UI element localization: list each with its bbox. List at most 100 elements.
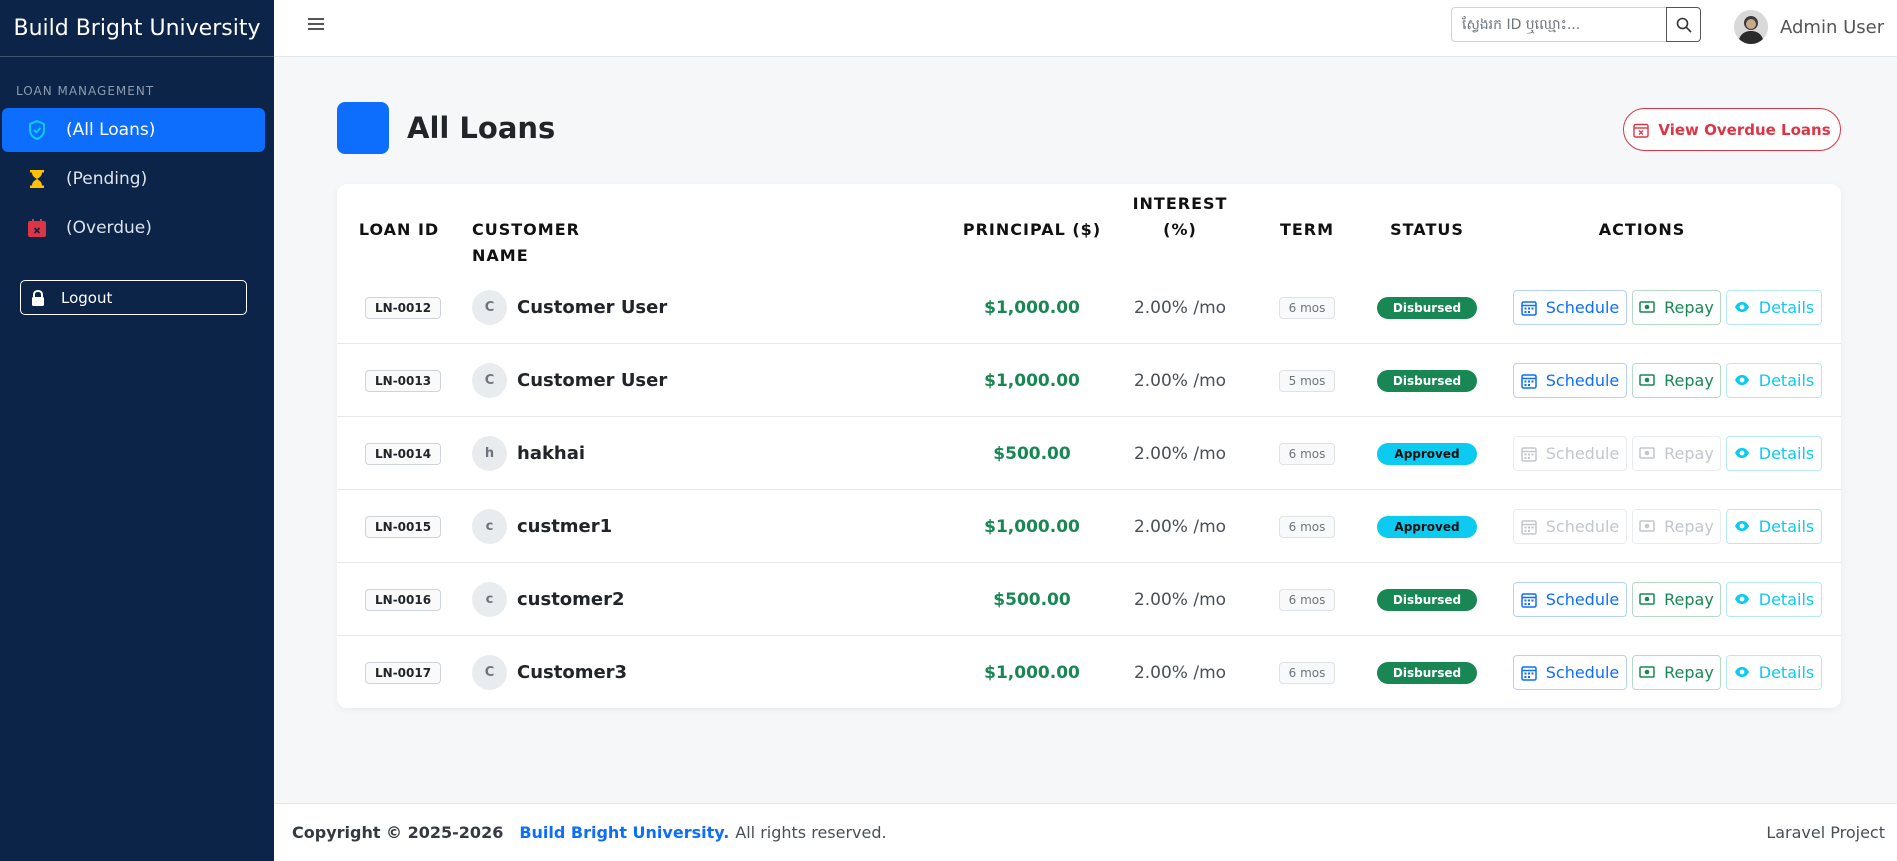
details-button[interactable]: Details: [1726, 655, 1822, 690]
details-button[interactable]: Details: [1726, 363, 1822, 398]
schedule-label: Schedule: [1545, 663, 1620, 682]
principal-amount: $1,000.00: [984, 516, 1080, 537]
schedule-label: Schedule: [1545, 298, 1620, 317]
header-term: TERM: [1279, 220, 1335, 239]
view-overdue-loans-button[interactable]: View Overdue Loans: [1623, 108, 1841, 151]
header-customer-name: CUSTOMER NAME: [472, 220, 580, 265]
customer-avatar: c: [472, 509, 507, 544]
customer-cell: c custmer1: [472, 490, 612, 563]
principal-cell: $1,000.00: [957, 490, 1107, 563]
repay-button[interactable]: Repay: [1632, 436, 1721, 471]
footer-university-link[interactable]: Build Bright University.: [519, 823, 729, 842]
loan-id-cell: LN-0012: [365, 271, 442, 344]
interest-cell: 2.00% /mo: [1130, 563, 1230, 636]
user-menu[interactable]: Admin User: [1734, 10, 1884, 44]
status-cell: Disbursed: [1377, 563, 1477, 636]
interest-rate: 2.00% /mo: [1133, 297, 1227, 318]
customer-avatar: c: [472, 582, 507, 617]
details-button[interactable]: Details: [1726, 509, 1822, 544]
interest-cell: 2.00% /mo: [1130, 490, 1230, 563]
brand-title[interactable]: Build Bright University: [0, 0, 274, 57]
table-row: LN-0015 c custmer1 $1,000.00 2.00% /mo 6 mos A…: [337, 490, 1841, 563]
search-input[interactable]: [1451, 7, 1667, 42]
loan-id-badge: LN-0012: [365, 296, 442, 319]
term-badge: 5 mos: [1278, 369, 1336, 392]
hourglass-icon: [26, 168, 48, 190]
table-header: LOAN ID CUSTOMER NAME PRINCIPAL ($) INTE…: [337, 184, 1841, 271]
header-interest: INTEREST: [1132, 194, 1228, 213]
customer-cell: C Customer User: [472, 271, 667, 344]
schedule-button[interactable]: Schedule: [1513, 363, 1627, 398]
interest-rate: 2.00% /mo: [1133, 443, 1227, 464]
principal-amount: $1,000.00: [984, 662, 1080, 683]
topbar: Admin User: [274, 0, 1897, 57]
loan-id-cell: LN-0017: [365, 636, 442, 708]
table-row: LN-0012 C Customer User $1,000.00 2.00% /mo 6…: [337, 271, 1841, 344]
header-status: STATUS: [1390, 220, 1464, 239]
schedule-button[interactable]: Schedule: [1513, 290, 1627, 325]
sidebar-nav: (All Loans) (Pending) (Overdue): [0, 108, 274, 250]
schedule-button[interactable]: Schedule: [1513, 436, 1627, 471]
principal-amount: $500.00: [993, 589, 1071, 610]
sidebar-item-overdue[interactable]: (Overdue): [2, 206, 265, 250]
status-badge: Disbursed: [1377, 296, 1477, 319]
customer-name: Customer User: [517, 370, 668, 391]
term-cell: 5 mos: [1277, 344, 1337, 417]
shield-icon: [26, 119, 48, 141]
term-badge: 6 mos: [1278, 515, 1336, 538]
details-button[interactable]: Details: [1726, 436, 1822, 471]
term-cell: 6 mos: [1277, 636, 1337, 708]
repay-button[interactable]: Repay: [1632, 509, 1721, 544]
details-button[interactable]: Details: [1726, 290, 1822, 325]
header-principal: PRINCIPAL ($): [962, 220, 1102, 239]
principal-cell: $500.00: [957, 563, 1107, 636]
term-cell: 6 mos: [1277, 563, 1337, 636]
calendar-icon: [1520, 446, 1537, 462]
status-cell: Disbursed: [1377, 271, 1477, 344]
schedule-button[interactable]: Schedule: [1513, 655, 1627, 690]
details-button[interactable]: Details: [1726, 582, 1822, 617]
interest-rate: 2.00% /mo: [1133, 662, 1227, 683]
status-cell: Approved: [1377, 490, 1477, 563]
repay-button[interactable]: Repay: [1632, 363, 1721, 398]
term-cell: 6 mos: [1277, 417, 1337, 490]
customer-avatar: C: [472, 290, 507, 325]
repay-label: Repay: [1664, 298, 1714, 317]
repay-button[interactable]: Repay: [1632, 655, 1721, 690]
interest-cell: 2.00% /mo: [1130, 636, 1230, 708]
loan-id-badge: LN-0016: [365, 588, 442, 611]
repay-button[interactable]: Repay: [1632, 290, 1721, 325]
search-icon: [1676, 17, 1692, 33]
details-label: Details: [1758, 371, 1815, 390]
actions-cell: Schedule Repay Details: [1513, 636, 1822, 708]
customer-name: custmer1: [517, 516, 613, 537]
status-badge: Disbursed: [1377, 661, 1477, 684]
schedule-button[interactable]: Schedule: [1513, 509, 1627, 544]
actions-cell: Schedule Repay Details: [1513, 271, 1822, 344]
sidebar-item-label: (Overdue): [66, 218, 152, 238]
actions-cell: Schedule Repay Details: [1513, 563, 1822, 636]
status-cell: Disbursed: [1377, 636, 1477, 708]
footer-project: Laravel Project: [1766, 823, 1885, 842]
sidebar-item-all-loans[interactable]: (All Loans): [2, 108, 265, 152]
term-badge: 6 mos: [1278, 442, 1336, 465]
logout-button[interactable]: Logout: [20, 280, 247, 315]
status-badge: Disbursed: [1377, 588, 1477, 611]
repay-button[interactable]: Repay: [1632, 582, 1721, 617]
schedule-label: Schedule: [1545, 517, 1620, 536]
schedule-label: Schedule: [1545, 371, 1620, 390]
menu-toggle-icon[interactable]: [308, 16, 324, 32]
repay-label: Repay: [1664, 517, 1714, 536]
cash-icon: [1639, 446, 1655, 462]
header-interest-unit: (%): [1163, 220, 1197, 239]
schedule-label: Schedule: [1545, 590, 1620, 609]
search-form: [1451, 7, 1701, 42]
customer-name: customer2: [517, 589, 625, 610]
eye-icon: [1734, 446, 1750, 462]
search-button[interactable]: [1666, 7, 1701, 42]
page-header: All Loans: [337, 102, 555, 154]
schedule-button[interactable]: Schedule: [1513, 582, 1627, 617]
customer-name: hakhai: [517, 443, 586, 464]
sidebar-item-pending[interactable]: (Pending): [2, 157, 265, 201]
header-loan-id: LOAN ID: [358, 220, 440, 239]
